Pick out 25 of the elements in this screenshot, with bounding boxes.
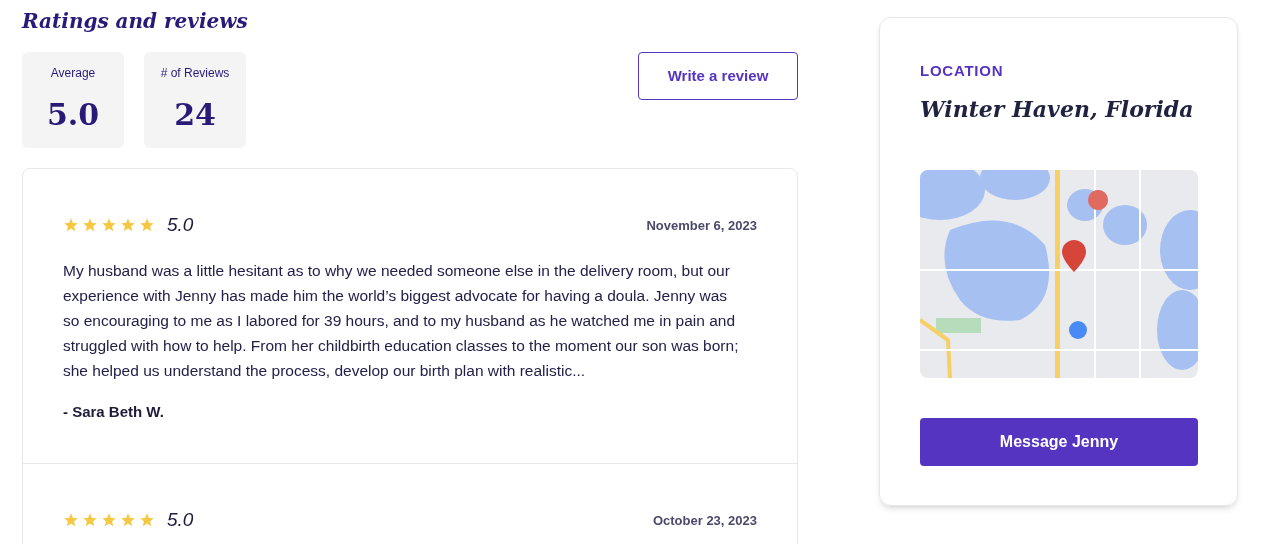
stat-value: 5.0 — [46, 96, 100, 134]
write-review-button[interactable]: Write a review — [638, 52, 798, 100]
star-icon — [82, 512, 98, 529]
star-icon — [139, 512, 155, 529]
section-title: Ratings and reviews — [22, 8, 249, 34]
review-author: - Sara Beth W. — [63, 401, 165, 422]
review-text: My husband was a little hesitant as to why we needed someone else in the delivery room, but our experience with Jenny has made him the world’s biggest advocate for having a doula. Jenny was so encouraging to me as I labored for 39 hours, and to my husband as he watched me in pain and struggled with how to help. From her childbirth education classes to the moment our son was born; she helped us understand the process, develop our birth plan with realistic... — [63, 260, 740, 381]
star-icon — [120, 217, 136, 234]
rating-value: 5.0 — [167, 213, 194, 237]
star-icon — [63, 217, 79, 234]
review-date: November 6, 2023 — [646, 216, 757, 235]
star-icon — [120, 512, 136, 529]
stat-value: 24 — [174, 96, 216, 134]
star-icon — [139, 217, 155, 234]
review-date: October 23, 2023 — [652, 511, 757, 530]
star-icon — [63, 512, 79, 529]
rating-value: 5.0 — [167, 508, 194, 532]
star-icon — [101, 512, 117, 529]
location-label: LOCATION — [920, 61, 1005, 81]
star-icon — [101, 217, 117, 234]
message-button[interactable]: Message Jenny — [920, 417, 1198, 466]
star-icon — [82, 217, 98, 234]
location-name: Winter Haven, Florida — [920, 94, 1195, 124]
stat-label: # of Reviews — [160, 65, 230, 82]
stat-label: Average — [50, 65, 96, 82]
